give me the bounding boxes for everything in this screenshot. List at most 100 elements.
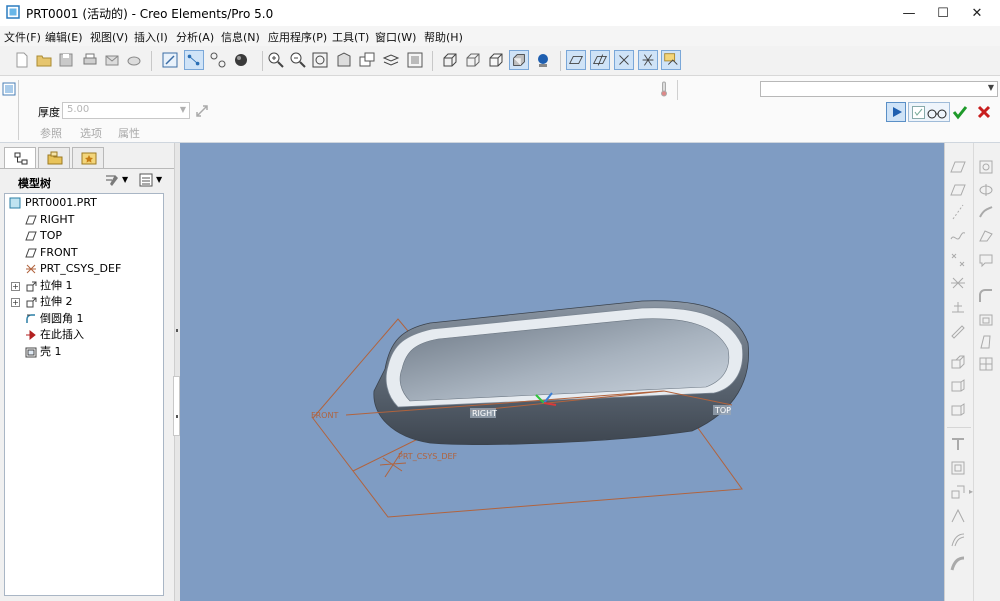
datum-point-icon[interactable]	[949, 251, 967, 269]
csys-display-icon[interactable]	[638, 50, 658, 70]
model-tree-settings-icon[interactable]	[533, 50, 553, 70]
menu-applications[interactable]: 应用程序(P)	[268, 29, 327, 45]
cancel-icon[interactable]	[976, 104, 992, 120]
menu-help[interactable]: 帮助(H)	[424, 29, 463, 45]
dashboard-collapse-icon[interactable]	[2, 82, 16, 96]
menu-window[interactable]: 窗口(W)	[375, 29, 416, 45]
sketch-tool-icon[interactable]	[949, 321, 967, 339]
saved-views-icon[interactable]	[357, 50, 377, 70]
email-icon[interactable]	[102, 50, 122, 70]
chevron-down-icon[interactable]: ▼	[988, 83, 994, 92]
wireframe-icon[interactable]	[440, 50, 460, 70]
tree-item-shell-1[interactable]: 壳 1	[5, 344, 163, 360]
tree-item-part[interactable]: PRT0001.PRT	[5, 195, 163, 211]
chevron-down-icon[interactable]: ▼	[156, 175, 162, 184]
datum-axes-display-icon[interactable]	[590, 50, 610, 70]
tree-item-extrude-1[interactable]: + 拉伸 1	[5, 278, 163, 294]
datum-curve-icon[interactable]	[949, 227, 967, 245]
pattern-tool-icon[interactable]	[949, 459, 967, 477]
glasses-preview-icon[interactable]	[927, 107, 947, 119]
reorient-icon[interactable]	[334, 50, 354, 70]
extrude-tool-icon[interactable]	[949, 353, 967, 371]
draft-tool-icon[interactable]	[977, 333, 995, 351]
show-menu-icon[interactable]	[138, 172, 154, 188]
tree-settings-icon[interactable]	[104, 172, 120, 188]
pause-resume-button[interactable]	[886, 102, 906, 122]
chevron-down-icon[interactable]: ▼	[122, 175, 128, 184]
shell-tool-icon[interactable]	[977, 311, 995, 329]
tree-item-front[interactable]: FRONT	[5, 245, 163, 261]
tree-item-extrude-2[interactable]: + 拉伸 2	[5, 294, 163, 310]
appearance-icon[interactable]	[232, 50, 252, 70]
new-file-icon[interactable]	[12, 50, 32, 70]
expand-toggle[interactable]: +	[11, 298, 20, 307]
menu-insert[interactable]: 插入(I)	[134, 29, 168, 45]
relations-icon[interactable]	[208, 50, 228, 70]
menu-info[interactable]: 信息(N)	[221, 29, 260, 45]
menu-analysis[interactable]: 分析(A)	[176, 29, 214, 45]
annotation-display-icon[interactable]	[661, 50, 681, 70]
splitter-handle[interactable]	[173, 376, 180, 436]
variable-section-sweep-icon[interactable]	[949, 401, 967, 419]
open-folder-icon[interactable]	[34, 50, 54, 70]
view-manager-icon[interactable]	[405, 50, 425, 70]
hole-tool-icon[interactable]	[977, 158, 995, 176]
shading-icon[interactable]	[509, 50, 529, 70]
rib-tool-icon[interactable]	[977, 355, 995, 373]
tab-model-tree[interactable]	[4, 147, 36, 169]
comment-icon[interactable]	[977, 251, 995, 269]
round-tool-icon[interactable]	[977, 287, 995, 305]
verify-checkbox-icon[interactable]	[912, 106, 925, 119]
datum-points-display-icon[interactable]	[614, 50, 634, 70]
sweep-tool-icon[interactable]	[977, 203, 995, 221]
tab-favorites[interactable]	[72, 147, 104, 169]
tree-item-right[interactable]: RIGHT	[5, 212, 163, 228]
menu-view[interactable]: 视图(V)	[90, 29, 128, 45]
sketch-tool-icon[interactable]	[184, 50, 204, 70]
datum-planes-display-icon[interactable]	[566, 50, 586, 70]
revolve-tool-icon[interactable]	[977, 181, 995, 199]
csys-tool-icon[interactable]	[949, 274, 967, 292]
tab-folder-browser[interactable]	[38, 147, 70, 169]
save-icon[interactable]	[56, 50, 76, 70]
selection-filter-dropdown[interactable]: ▼	[760, 81, 998, 97]
analysis-feature-icon[interactable]	[949, 297, 967, 315]
layers-icon[interactable]	[381, 50, 401, 70]
zoom-out-icon[interactable]	[288, 50, 308, 70]
no-hidden-icon[interactable]	[486, 50, 506, 70]
graphics-viewport[interactable]: FRONT RIGHT TOP PRT_CSYS_DEF	[180, 143, 944, 601]
tree-item-insert-here[interactable]: 在此插入	[5, 327, 163, 343]
flip-direction-icon[interactable]	[194, 103, 210, 119]
offset-tool-icon[interactable]	[949, 531, 967, 549]
tree-item-top[interactable]: TOP	[5, 228, 163, 244]
tree-item-round-1[interactable]: 倒圆角 1	[5, 311, 163, 327]
datum-axis-icon[interactable]	[949, 203, 967, 221]
tab-references[interactable]: 参照	[40, 125, 62, 141]
menu-tools[interactable]: 工具(T)	[332, 29, 369, 45]
mirror-tool-icon[interactable]	[949, 435, 967, 453]
zoom-in-icon[interactable]	[266, 50, 286, 70]
datum-plane-tool-icon[interactable]	[949, 158, 967, 176]
model-graphics[interactable]: FRONT RIGHT TOP PRT_CSYS_DEF	[180, 143, 944, 601]
thicken-tool-icon[interactable]	[949, 555, 967, 573]
tree-item-csys[interactable]: PRT_CSYS_DEF	[5, 261, 163, 277]
menu-file[interactable]: 文件(F)	[4, 29, 41, 45]
menu-edit[interactable]: 编辑(E)	[45, 29, 83, 45]
expand-toggle[interactable]: +	[11, 282, 20, 291]
trim-tool-icon[interactable]	[949, 507, 967, 525]
send-icon[interactable]	[124, 50, 144, 70]
accept-icon[interactable]	[952, 104, 968, 120]
regenerate-icon[interactable]	[160, 50, 180, 70]
hidden-line-icon[interactable]	[463, 50, 483, 70]
close-window-button[interactable]: ✕	[954, 0, 1000, 26]
blend-tool-icon[interactable]	[977, 227, 995, 245]
datum-plane-icon[interactable]	[949, 181, 967, 199]
merge-tool-icon[interactable]	[949, 483, 967, 501]
print-icon[interactable]	[80, 50, 100, 70]
revolve-icon[interactable]	[949, 377, 967, 395]
chevron-right-icon[interactable]: ▸	[969, 487, 973, 496]
tab-properties[interactable]: 属性	[118, 125, 140, 141]
chevron-down-icon[interactable]: ▼	[180, 105, 186, 114]
tab-options[interactable]: 选项	[80, 125, 102, 141]
refit-icon[interactable]	[310, 50, 330, 70]
